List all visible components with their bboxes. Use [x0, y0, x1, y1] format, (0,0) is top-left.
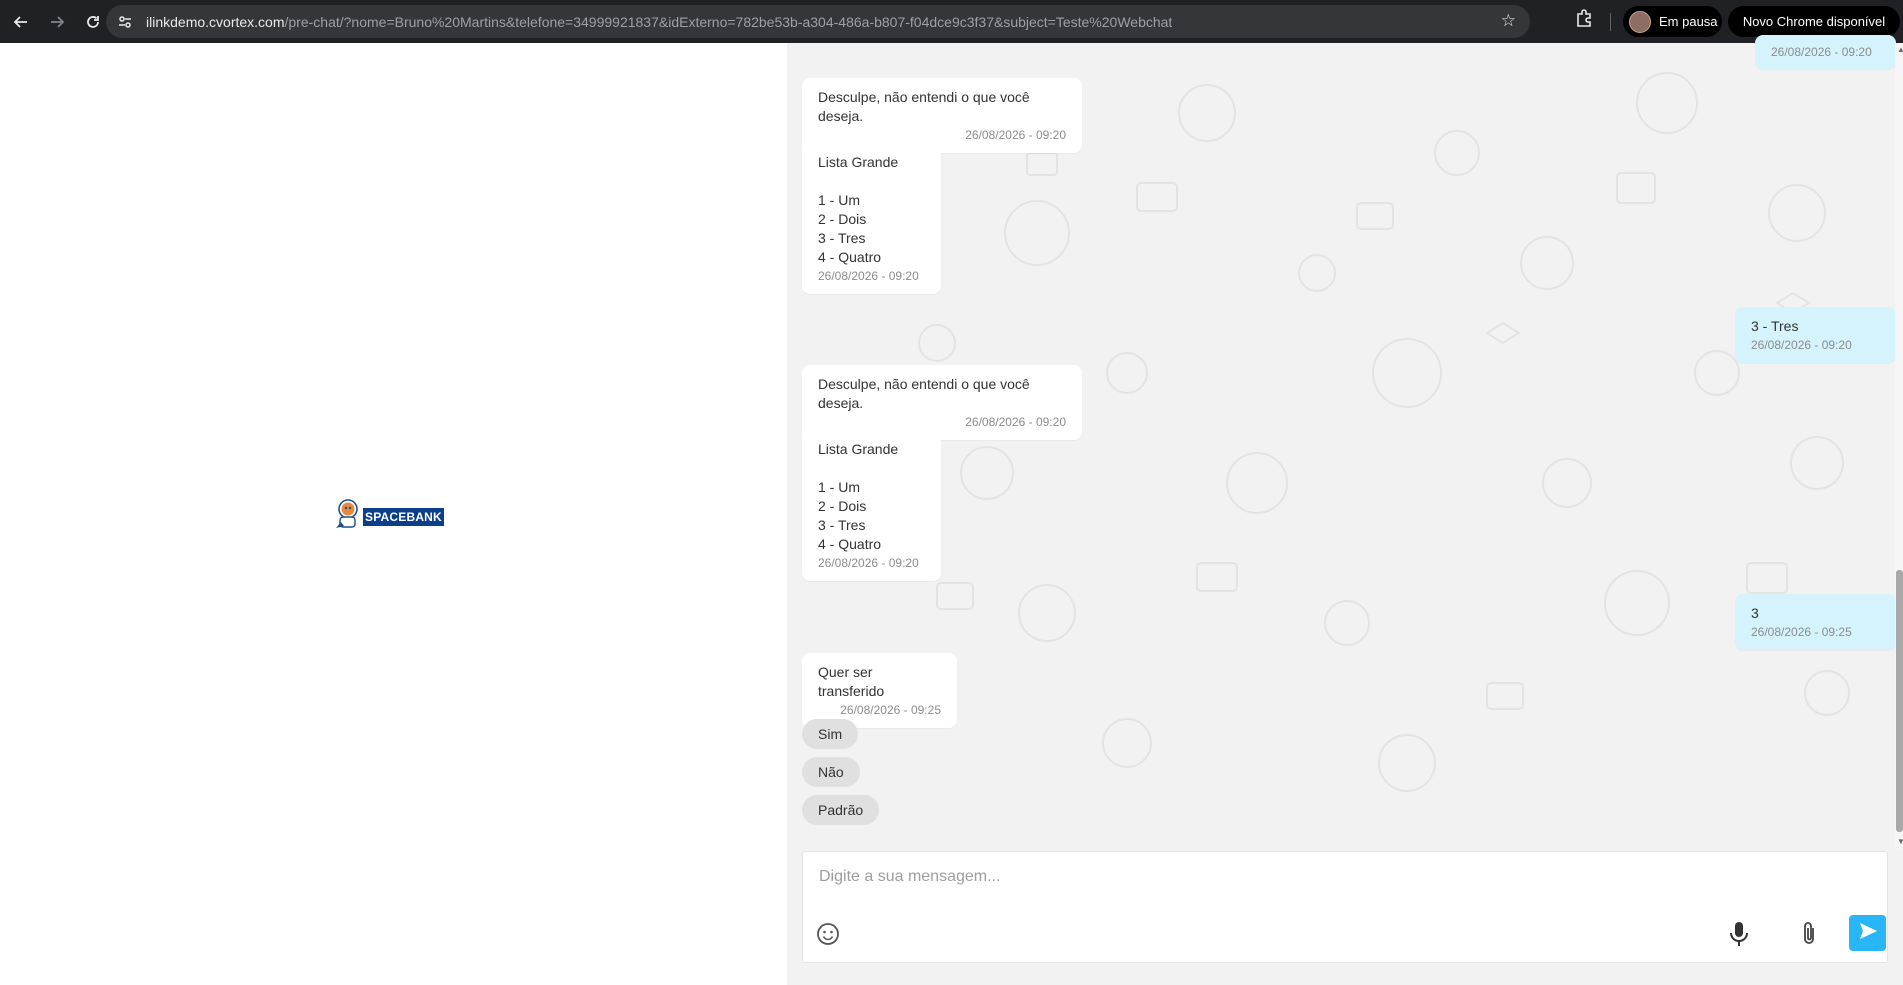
quick-reply-label: Não [818, 764, 844, 780]
message-incoming: Desculpe, não entendi o que você deseja.… [802, 365, 1082, 440]
brand-logo: SPACEBANK [333, 498, 444, 535]
doodle-wallpaper [905, 72, 1850, 792]
avatar [1629, 10, 1651, 33]
message-time: 26/08/2026 - 09:25 [1751, 625, 1852, 639]
quick-reply-label: Padrão [818, 802, 864, 818]
url-host: ilinkdemo.cvortex.com [146, 13, 285, 30]
message-incoming: Desculpe, não entendi o que você deseja.… [802, 78, 1082, 153]
extensions-icon[interactable] [1574, 8, 1594, 33]
message-outgoing: 3 26/08/2026 - 09:25 [1735, 594, 1896, 650]
reload-icon[interactable] [78, 7, 108, 37]
message-composer [802, 851, 1888, 963]
message-text: Desculpe, não entendi o que você deseja. [818, 89, 1030, 124]
url-text[interactable]: ilinkdemo.cvortex.com/pre-chat/?nome=Bru… [146, 14, 1172, 30]
address-bar[interactable]: ilinkdemo.cvortex.com/pre-chat/?nome=Bru… [106, 5, 1530, 38]
microphone-icon[interactable] [1726, 921, 1752, 947]
message-outgoing: 3 - Tres 26/08/2026 - 09:20 [1735, 307, 1896, 363]
browser-toolbar: ilinkdemo.cvortex.com/pre-chat/?nome=Bru… [0, 0, 1903, 43]
profile-button[interactable]: Em pausa [1623, 6, 1722, 37]
site-settings-icon[interactable] [114, 11, 136, 33]
emoji-icon[interactable] [815, 921, 841, 947]
quick-reply-nao[interactable]: Não [802, 757, 860, 787]
brand-name: SPACEBANK [363, 507, 444, 526]
send-button[interactable] [1849, 915, 1886, 951]
brand-pane: SPACEBANK [0, 43, 787, 985]
scrollbar-thumb[interactable] [1896, 570, 1903, 832]
scroll-up-icon[interactable]: ▲ [1897, 45, 1903, 54]
attach-icon[interactable] [1796, 921, 1822, 947]
message-time: 26/08/2026 - 09:20 [818, 556, 919, 570]
toolbar-separator [1610, 13, 1611, 31]
astronaut-icon [333, 498, 361, 535]
message-text: Quer ser transferido [818, 664, 885, 699]
message-time: 26/08/2026 - 09:20 [1751, 338, 1852, 352]
update-label: Novo Chrome disponível [1742, 14, 1886, 29]
message-time: 26/08/2026 - 09:20 [818, 269, 919, 283]
message-text: 3 - Tres [1751, 318, 1799, 334]
message-incoming: Quer ser transferido 26/08/2026 - 09:25 [802, 653, 957, 728]
message-text: Lista Grande 1 - Um 2 - Dois 3 - Tres 4 … [818, 441, 899, 552]
profile-label: Em pausa [1659, 14, 1718, 29]
chrome-update-button[interactable]: Novo Chrome disponível [1728, 6, 1900, 37]
message-time: 26/08/2026 - 09:20 [1771, 45, 1872, 59]
message-incoming: Lista Grande 1 - Um 2 - Dois 3 - Tres 4 … [802, 143, 941, 294]
message-text: Desculpe, não entendi o que você deseja. [818, 376, 1030, 411]
quick-reply-sim[interactable]: Sim [802, 719, 859, 749]
message-text: 3 [1751, 605, 1759, 621]
scroll-down-icon[interactable]: ▼ [1897, 837, 1903, 846]
url-path: /pre-chat/?nome=Bruno%20Martins&telefone… [284, 13, 1173, 30]
quick-reply-label: Sim [818, 726, 843, 742]
message-outgoing: 26/08/2026 - 09:20 [1755, 35, 1896, 69]
send-icon [1858, 921, 1878, 946]
forward-icon[interactable] [42, 7, 72, 37]
back-icon[interactable] [6, 7, 36, 37]
message-incoming: Lista Grande 1 - Um 2 - Dois 3 - Tres 4 … [802, 430, 941, 581]
star-icon[interactable]: ☆ [1501, 11, 1516, 31]
quick-reply-padrao[interactable]: Padrão [802, 795, 880, 825]
chat-pane: 26/08/2026 - 09:20 Desculpe, não entendi… [787, 35, 1903, 985]
message-text: Lista Grande 1 - Um 2 - Dois 3 - Tres 4 … [818, 154, 899, 265]
message-input[interactable] [803, 852, 1887, 902]
message-time: 26/08/2026 - 09:25 [840, 703, 941, 717]
